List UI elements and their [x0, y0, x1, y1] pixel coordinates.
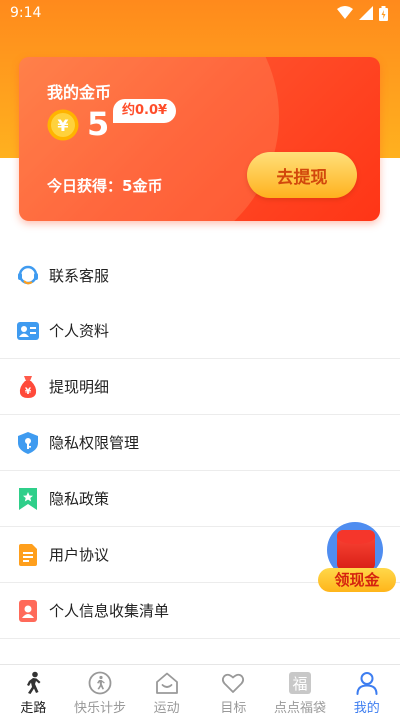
nav-tab-pedometer[interactable]: 快乐计步	[67, 665, 134, 714]
heart-icon	[220, 671, 246, 695]
nav-tab-exercise[interactable]: 运动	[133, 665, 200, 714]
nav-label: 快乐计步	[74, 701, 127, 714]
red-envelope-icon	[337, 530, 375, 570]
menu-item-label: 用户协议	[49, 546, 110, 564]
profile-icon	[354, 671, 380, 695]
menu-item-label: 提现明细	[49, 378, 110, 396]
nav-label: 运动	[153, 701, 180, 714]
cash-reward-widget[interactable]: 领现金	[318, 522, 396, 594]
menu-item-profile[interactable]: 个人资料	[0, 303, 400, 359]
pedometer-icon	[87, 671, 113, 695]
cash-reward-label: 领现金	[318, 568, 396, 592]
coin-balance: 5	[87, 105, 110, 143]
bottom-navigation: 走路 快乐计步 运动 目标 福 点点福袋 我的	[0, 664, 400, 714]
fortune-glyph: 福	[293, 675, 308, 693]
cash-equivalent-badge: 约0.0¥	[113, 99, 177, 123]
menu-item-label: 个人信息收集清单	[49, 602, 170, 620]
menu-item-privacy-permissions[interactable]: 隐私权限管理	[0, 415, 400, 471]
wifi-icon	[337, 6, 353, 19]
menu-item-label: 隐私权限管理	[49, 434, 140, 452]
document-icon	[17, 543, 39, 566]
person-list-icon	[17, 599, 39, 622]
coin-wallet-card: 我的金币 ¥ 5 约0.0¥ 今日获得：5金币 去提现	[19, 57, 380, 221]
menu-item-withdraw-details[interactable]: ¥ 提现明细	[0, 359, 400, 415]
menu-item-label: 隐私政策	[49, 490, 110, 508]
status-bar: 9:14	[0, 0, 400, 26]
nav-tab-fortune-bag[interactable]: 福 点点福袋	[267, 665, 334, 714]
nav-label: 走路	[20, 701, 47, 714]
money-bag-icon: ¥	[17, 375, 39, 398]
gold-coin-icon: ¥	[47, 109, 79, 141]
nav-label: 目标	[220, 701, 247, 714]
svg-text:¥: ¥	[25, 387, 32, 397]
walking-icon	[20, 671, 46, 695]
withdraw-button[interactable]: 去提现	[247, 152, 357, 198]
nav-label: 我的	[353, 701, 380, 714]
nav-label: 点点福袋	[274, 701, 327, 714]
status-icons	[337, 5, 388, 21]
id-card-icon	[17, 320, 39, 342]
signal-icon	[359, 6, 373, 20]
menu-item-privacy-policy[interactable]: 隐私政策	[0, 471, 400, 527]
fortune-bag-icon: 福	[287, 671, 313, 695]
nav-tab-me[interactable]: 我的	[333, 665, 400, 714]
shield-key-icon	[17, 431, 39, 454]
nav-tab-goal[interactable]: 目标	[200, 665, 267, 714]
status-time: 9:14	[10, 5, 42, 21]
menu-item-customer-service[interactable]: 联系客服	[0, 247, 400, 303]
menu-item-label: 联系客服	[49, 266, 110, 285]
menu-item-label: 个人资料	[49, 322, 110, 340]
nav-tab-walk[interactable]: 走路	[0, 665, 67, 714]
house-icon	[154, 671, 180, 695]
coin-symbol: ¥	[57, 116, 68, 135]
battery-icon	[379, 5, 388, 21]
customer-service-icon	[17, 264, 39, 286]
today-earned-text: 今日获得：5金币	[47, 177, 163, 195]
wallet-title: 我的金币	[47, 83, 112, 102]
bookmark-star-icon	[17, 487, 39, 510]
